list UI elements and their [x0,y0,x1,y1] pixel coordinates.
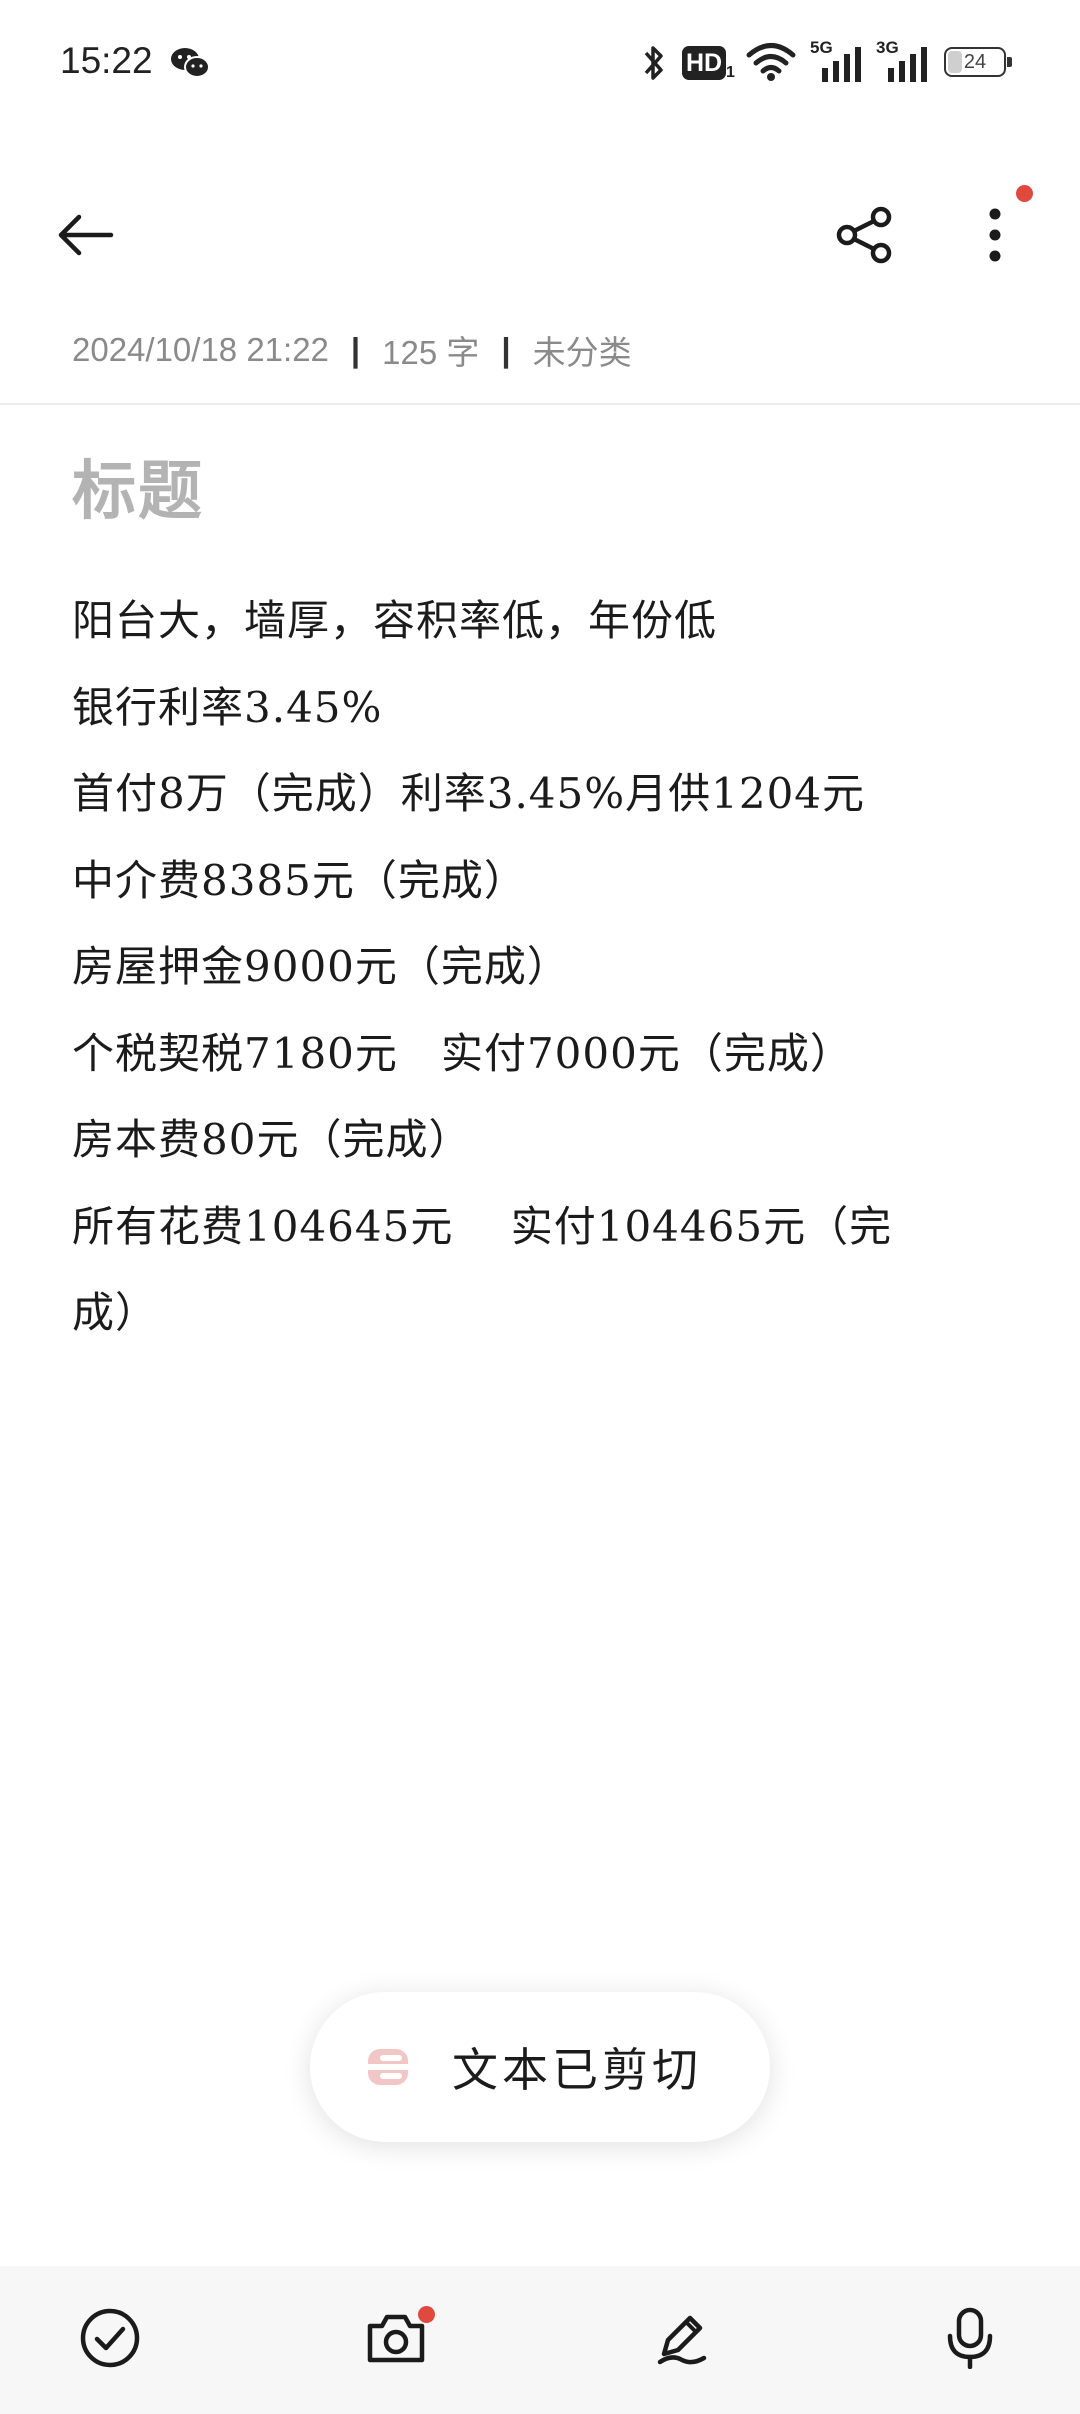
toast-message: 文本已剪切 [452,2043,702,2097]
meta-separator: | [350,331,361,368]
share-button[interactable] [820,190,910,280]
wifi-icon [746,43,796,81]
camera-button[interactable] [348,2290,444,2386]
note-line: 银行利率3.45% [72,682,383,732]
header-divider [0,403,1080,405]
top-bar [0,180,1080,290]
battery-icon: 24 [944,47,1012,77]
checklist-icon [80,2308,140,2368]
note-category[interactable]: 未分类 [533,326,632,374]
note-body[interactable]: 阳台大，墙厚，容积率低，年份低 银行利率3.45% 首付8万（完成）利率3.45… [72,578,952,1357]
more-vertical-icon [989,208,1001,262]
voice-input-button[interactable] [922,2290,1018,2386]
arrow-left-icon [58,214,114,256]
note-word-count: 125 字 [382,334,480,371]
hd-sub-label: 1 [726,64,735,81]
bluetooth-icon [644,46,663,80]
bottom-toolbar [0,2266,1080,2414]
battery-level: 24 [963,50,987,73]
share-icon [836,206,892,264]
note-line: 所有花费104645元 实付104465元（完 [72,1201,893,1251]
status-bar: 15:22 HD 1 5G 3G 24 [0,0,1080,130]
back-button[interactable] [40,190,130,280]
hd-icon: HD [682,46,726,80]
note-datetime: 2024/10/18 21:22 [72,331,329,368]
note-line: 中介费8385元（完成） [72,855,527,905]
note-title-placeholder[interactable]: 标题 [72,440,204,532]
note-line: 首付8万（完成）利率3.45%月供1204元 [72,769,866,818]
note-line: 阳台大，墙厚，容积率低，年份低 [72,596,718,645]
signal-3g-icon [888,47,927,82]
checklist-button[interactable] [62,2290,158,2386]
meta-separator: | [501,331,511,368]
hd-label: HD [685,48,723,77]
wechat-icon [171,48,210,78]
note-line: 房屋押金9000元（完成） [72,942,570,991]
camera-notification-dot [418,2306,435,2323]
more-notification-dot [1016,185,1033,202]
handwriting-button[interactable] [634,2290,730,2386]
cut-icon [368,2049,408,2085]
note-meta: 2024/10/18 21:22 | 125 字 | 未分类 [72,326,632,374]
status-time: 15:22 [60,40,153,81]
pen-icon [657,2315,707,2365]
note-line: 成） [72,1288,159,1337]
microphone-icon [947,2307,993,2369]
note-line: 房本费80元（完成） [72,1115,472,1164]
note-line: 个税契税7180元 实付7000元（完成） [72,1028,853,1078]
more-button[interactable] [950,190,1040,280]
signal-5g-icon [822,47,861,82]
cut-toast: 文本已剪切 [310,1992,770,2142]
